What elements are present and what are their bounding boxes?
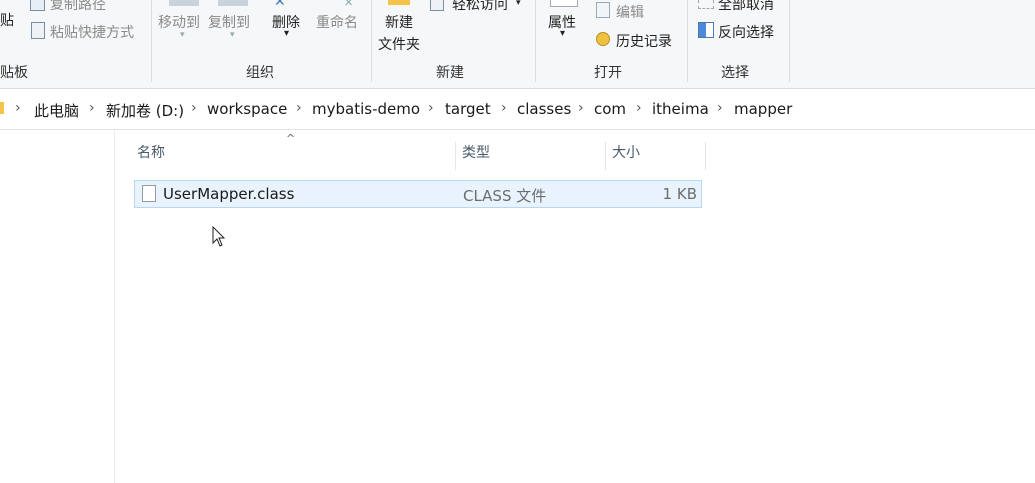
chevron-right-icon[interactable]: › [15, 100, 21, 116]
chevron-right-icon[interactable]: › [501, 100, 507, 116]
history-button[interactable]: 历史记录 [616, 31, 672, 51]
delete-chevron-down-icon: ▾ [284, 28, 290, 39]
open-group: 属性 ▾ 编辑 历史记录 打开 [536, 0, 686, 88]
breadcrumb-this-pc[interactable]: 此电脑 [34, 100, 79, 121]
sort-ascending-icon: ^ [286, 132, 296, 145]
invert-selection-button[interactable]: 反向选择 [718, 22, 774, 42]
breadcrumb-drive-d[interactable]: 新加卷 (D:) [106, 100, 184, 121]
new-folder-icon [388, 0, 410, 5]
chevron-right-icon[interactable]: › [636, 100, 642, 116]
invert-selection-icon [698, 22, 714, 38]
chevron-right-icon[interactable]: › [191, 100, 197, 116]
copy-path-icon [30, 0, 45, 11]
delete-icon: ✕ [274, 0, 286, 10]
clipboard-group-label: 贴板 [0, 65, 28, 81]
column-divider[interactable] [455, 142, 456, 170]
chevron-right-icon[interactable]: › [89, 100, 95, 116]
column-header-type[interactable]: 类型 [462, 142, 490, 170]
clipboard-group: 贴 复制路径 粘贴快捷方式 贴板 [0, 0, 150, 88]
copy-to-icon [218, 0, 248, 6]
select-group: 全部取消 反向选择 选择 [688, 0, 788, 88]
rename-button[interactable]: 重命名 [316, 12, 358, 32]
rename-icon: ✕ [344, 0, 354, 9]
breadcrumb-target[interactable]: target [445, 100, 491, 118]
address-bar[interactable]: › 此电脑 › 新加卷 (D:) › workspace › mybatis-d… [0, 89, 1035, 130]
ribbon: 贴 复制路径 粘贴快捷方式 贴板 移动到 ▾ 复制到 ▾ ✕ 删除 ▾ ✕ 重命… [0, 0, 1035, 89]
new-group: 新建 文件夹 轻松访问 ▾ 新建 [372, 0, 534, 88]
chevron-right-icon[interactable]: › [578, 100, 584, 116]
properties-icon [550, 0, 578, 7]
file-icon [142, 185, 156, 202]
edit-button[interactable]: 编辑 [616, 2, 644, 22]
folder-icon [0, 102, 4, 114]
breadcrumb-classes[interactable]: classes [517, 100, 571, 118]
column-header-name[interactable]: 名称 [137, 142, 165, 170]
breadcrumb-mybatis-demo[interactable]: mybatis-demo [312, 100, 420, 118]
organize-group: 移动到 ▾ 复制到 ▾ ✕ 删除 ▾ ✕ 重命名 组织 [152, 0, 370, 88]
move-to-icon [169, 0, 199, 6]
file-row[interactable]: UserMapper.class CLASS 文件 1 KB [134, 180, 702, 208]
open-group-label: 打开 [594, 65, 622, 81]
move-to-button[interactable]: 移动到 [158, 12, 200, 32]
easy-access-chevron-down-icon: ▾ [516, 0, 521, 8]
breadcrumb-mapper[interactable]: mapper [734, 100, 792, 118]
column-header-size[interactable]: 大小 [612, 142, 640, 170]
new-folder-button-line1[interactable]: 新建 [385, 12, 413, 32]
file-name: UserMapper.class [163, 185, 295, 203]
chevron-right-icon[interactable]: › [717, 100, 723, 116]
ribbon-separator [789, 0, 790, 82]
paste-shortcut-icon [31, 22, 45, 39]
file-type: CLASS 文件 [463, 187, 547, 205]
navigation-pane[interactable] [0, 130, 115, 483]
chevron-right-icon[interactable]: › [296, 100, 302, 116]
easy-access-icon [430, 0, 444, 11]
easy-access-button[interactable]: 轻松访问 [452, 0, 508, 14]
breadcrumb-itheima[interactable]: itheima [652, 100, 709, 118]
mouse-cursor-icon [212, 226, 226, 247]
paste-button[interactable]: 贴 [0, 10, 14, 30]
select-none-button[interactable]: 全部取消 [718, 0, 774, 14]
history-icon [596, 32, 610, 46]
properties-chevron-down-icon: ▾ [560, 28, 566, 39]
new-folder-button-line2[interactable]: 文件夹 [378, 34, 420, 54]
file-size: 1 KB [662, 185, 697, 203]
organize-group-label: 组织 [246, 65, 274, 81]
chevron-right-icon[interactable]: › [428, 100, 434, 116]
copy-path-button[interactable]: 复制路径 [50, 0, 106, 14]
breadcrumb-com[interactable]: com [594, 100, 626, 118]
column-divider[interactable] [605, 142, 606, 170]
select-group-label: 选择 [721, 65, 749, 81]
paste-shortcut-button[interactable]: 粘贴快捷方式 [50, 22, 134, 42]
column-divider[interactable] [705, 142, 706, 170]
breadcrumb-workspace[interactable]: workspace [207, 100, 287, 118]
edit-icon [596, 2, 610, 18]
copy-to-button[interactable]: 复制到 [208, 12, 250, 32]
select-none-icon [698, 0, 714, 9]
move-to-chevron-down-icon: ▾ [180, 30, 185, 40]
new-group-label: 新建 [436, 65, 464, 81]
copy-to-chevron-down-icon: ▾ [230, 30, 235, 40]
